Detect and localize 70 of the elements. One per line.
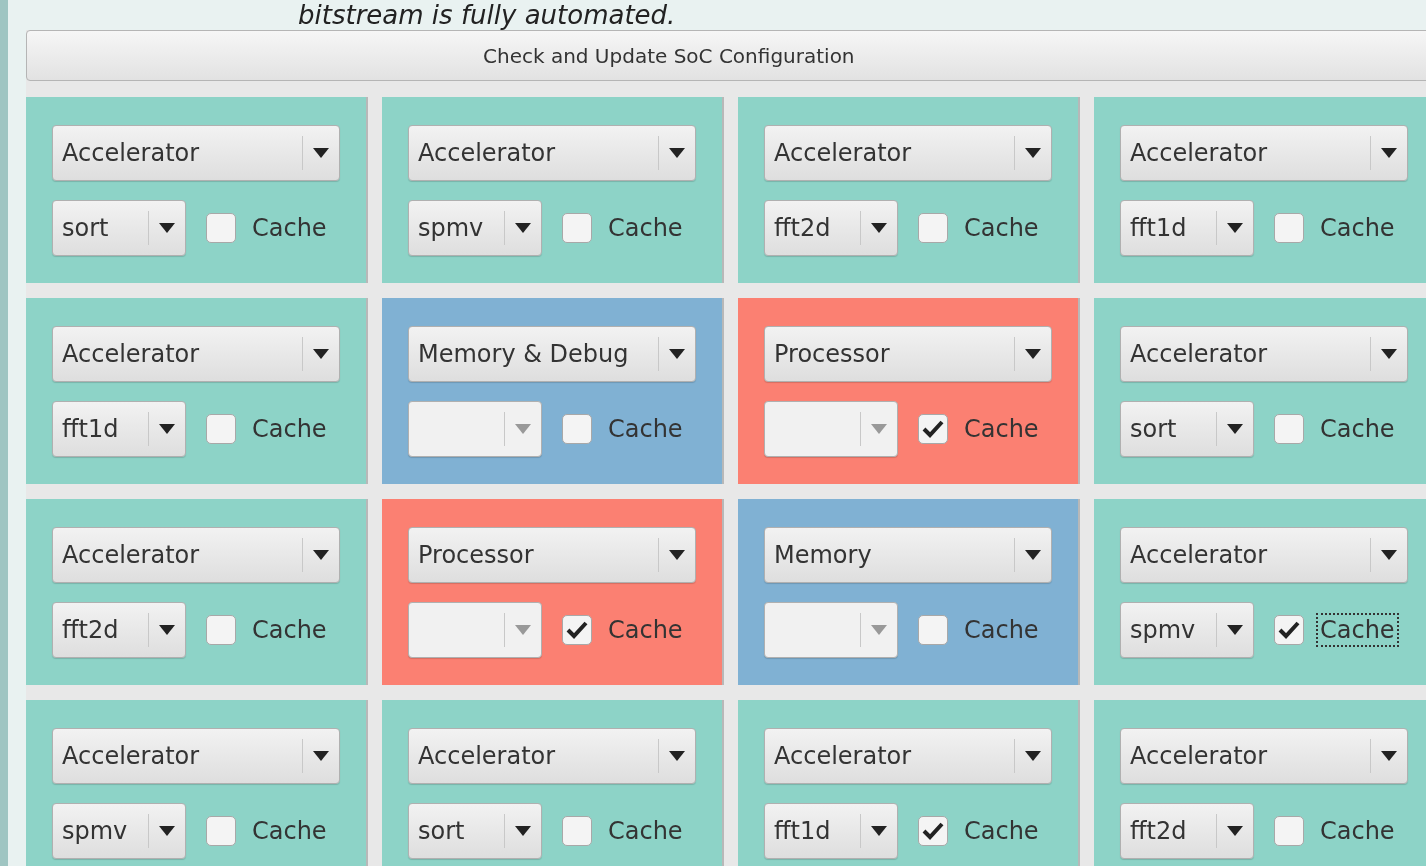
- cache-label: Cache: [963, 816, 1040, 847]
- type-dropdown[interactable]: Accelerator: [52, 527, 340, 583]
- cache-label: Cache: [607, 615, 684, 646]
- cache-label: Cache: [251, 615, 328, 646]
- cache-checkbox[interactable]: [918, 414, 948, 444]
- subtype-dropdown[interactable]: sort: [52, 200, 186, 256]
- checkmark-icon: [922, 821, 944, 841]
- subtype-dropdown[interactable]: fft1d: [52, 401, 186, 457]
- cache-label: Cache: [1316, 613, 1399, 647]
- cache-label: Cache: [1319, 816, 1396, 847]
- cache-label: Cache: [607, 816, 684, 847]
- type-dropdown[interactable]: Accelerator: [52, 125, 340, 181]
- cache-checkbox[interactable]: [562, 816, 592, 846]
- type-dropdown[interactable]: Memory & Debug: [408, 326, 696, 382]
- cache-checkbox[interactable]: [206, 615, 236, 645]
- subtype-dropdown[interactable]: fft2d: [52, 602, 186, 658]
- cache-label: Cache: [251, 213, 328, 244]
- cache-checkbox[interactable]: [562, 213, 592, 243]
- slide-heading: bitstream is fully automated.: [297, 0, 677, 30]
- type-dropdown[interactable]: Accelerator: [1120, 326, 1408, 382]
- type-dropdown[interactable]: Memory: [764, 527, 1052, 583]
- subtype-dropdown[interactable]: fft2d: [764, 200, 898, 256]
- cache-checkbox[interactable]: [206, 213, 236, 243]
- cache-checkbox[interactable]: [206, 816, 236, 846]
- cache-label: Cache: [251, 414, 328, 445]
- type-dropdown[interactable]: Accelerator: [408, 125, 696, 181]
- checkmark-icon: [1278, 620, 1300, 640]
- cache-label: Cache: [963, 615, 1040, 646]
- update-button[interactable]: Check and Update SoC Configuration: [26, 30, 1426, 81]
- cache-label: Cache: [963, 213, 1040, 244]
- cache-checkbox[interactable]: [918, 615, 948, 645]
- subtype-dropdown[interactable]: spmv: [408, 200, 542, 256]
- subtype-dropdown[interactable]: sort: [408, 803, 542, 859]
- type-dropdown[interactable]: Accelerator: [52, 326, 340, 382]
- subtype-dropdown[interactable]: fft1d: [1120, 200, 1254, 256]
- type-dropdown[interactable]: Processor: [408, 527, 696, 583]
- cache-checkbox[interactable]: [562, 414, 592, 444]
- subtype-dropdown[interactable]: spmv: [52, 803, 186, 859]
- type-dropdown[interactable]: Accelerator: [1120, 125, 1408, 181]
- cache-label: Cache: [251, 816, 328, 847]
- checkmark-icon: [922, 419, 944, 439]
- type-dropdown[interactable]: Processor: [764, 326, 1052, 382]
- cache-label: Cache: [607, 414, 684, 445]
- subtype-dropdown[interactable]: spmv: [1120, 602, 1254, 658]
- cache-checkbox[interactable]: [1274, 816, 1304, 846]
- type-dropdown[interactable]: Accelerator: [52, 728, 340, 784]
- type-dropdown[interactable]: Accelerator: [764, 728, 1052, 784]
- cache-checkbox[interactable]: [562, 615, 592, 645]
- cache-label: Cache: [963, 414, 1040, 445]
- type-dropdown[interactable]: Accelerator: [764, 125, 1052, 181]
- cache-checkbox[interactable]: [206, 414, 236, 444]
- subtype-dropdown[interactable]: [408, 401, 542, 457]
- subtype-dropdown[interactable]: fft1d: [764, 803, 898, 859]
- cache-checkbox[interactable]: [1274, 615, 1304, 645]
- cache-checkbox[interactable]: [918, 816, 948, 846]
- cache-checkbox[interactable]: [1274, 414, 1304, 444]
- subtype-dropdown[interactable]: [764, 602, 898, 658]
- type-dropdown[interactable]: Accelerator: [1120, 527, 1408, 583]
- cache-checkbox[interactable]: [1274, 213, 1304, 243]
- checkmark-icon: [566, 620, 588, 640]
- cache-label: Cache: [1319, 213, 1396, 244]
- subtype-dropdown[interactable]: fft2d: [1120, 803, 1254, 859]
- type-dropdown[interactable]: Accelerator: [408, 728, 696, 784]
- subtype-dropdown[interactable]: [764, 401, 898, 457]
- type-dropdown[interactable]: Accelerator: [1120, 728, 1408, 784]
- cache-label: Cache: [607, 213, 684, 244]
- cache-checkbox[interactable]: [918, 213, 948, 243]
- subtype-dropdown[interactable]: sort: [1120, 401, 1254, 457]
- subtype-dropdown[interactable]: [408, 602, 542, 658]
- cache-label: Cache: [1319, 414, 1396, 445]
